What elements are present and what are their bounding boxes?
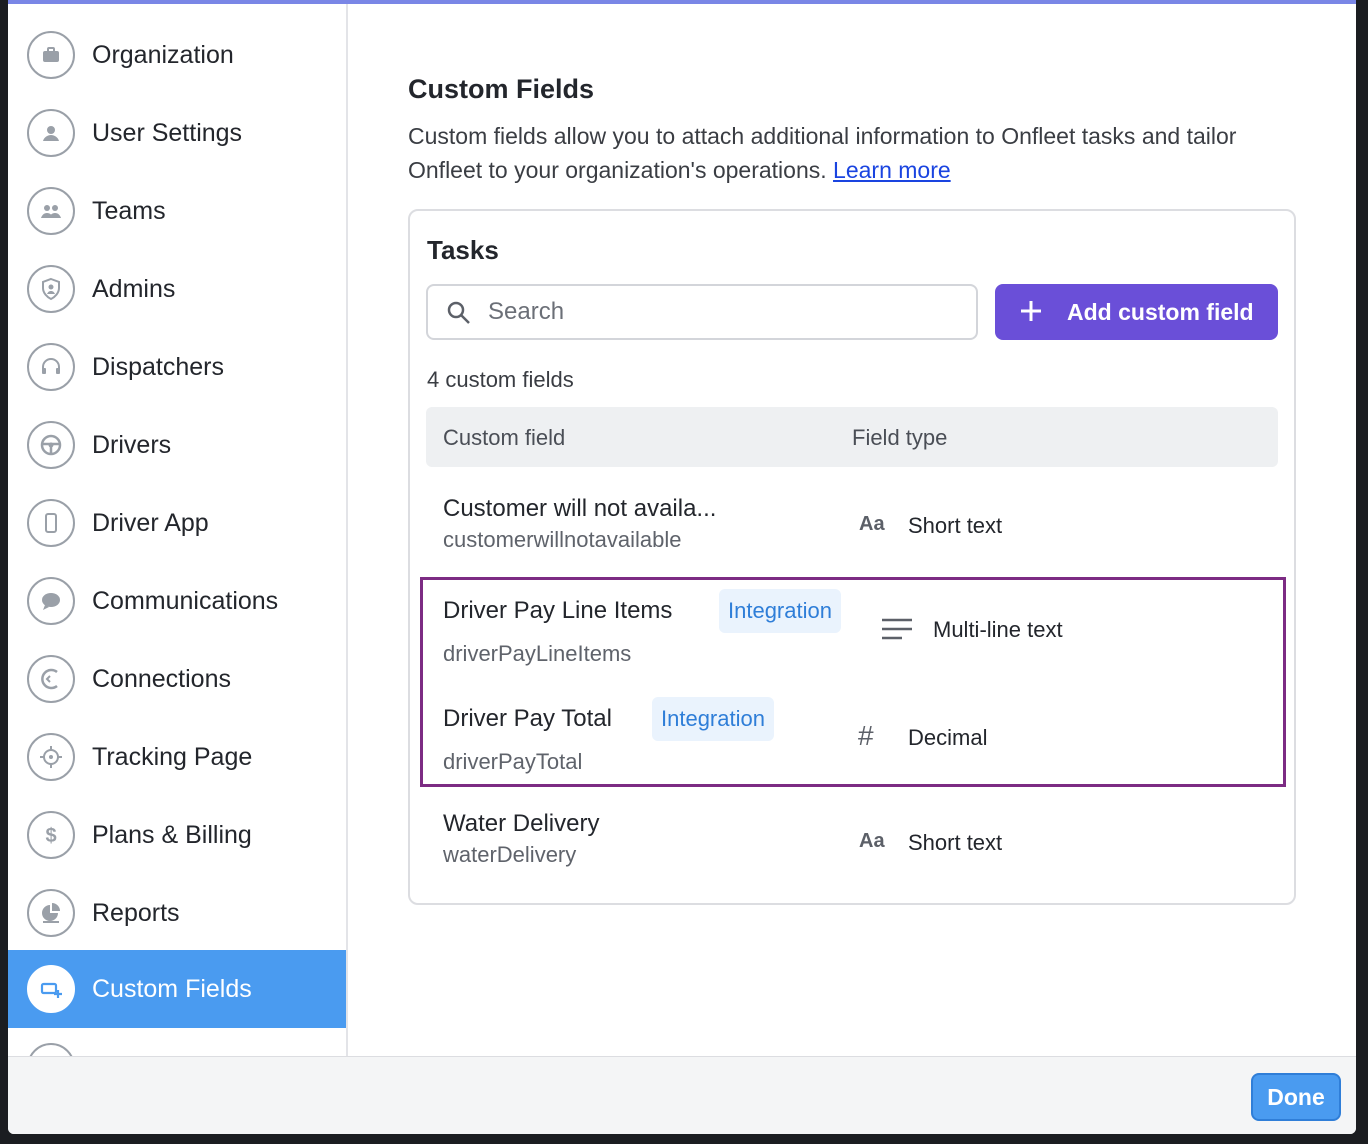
sidebar-item-partial[interactable] [8, 1028, 346, 1056]
team-icon [27, 187, 75, 235]
settings-sidebar: Organization User Settings Teams Admins … [8, 4, 348, 1056]
tasks-card: Tasks Add custom field 4 custom fields C… [408, 209, 1296, 905]
page-description: Custom fields allow you to attach additi… [408, 119, 1308, 187]
user-icon [27, 109, 75, 157]
short-text-icon: Aa [859, 513, 885, 535]
table-row[interactable]: Driver Pay Line Items Integration driver… [426, 583, 1278, 683]
sidebar-item-reports[interactable]: Reports [8, 874, 346, 952]
sidebar-item-organization[interactable]: Organization [8, 16, 346, 94]
field-name: Water Delivery [443, 810, 600, 837]
field-type: Multi-line text [933, 617, 1063, 642]
field-count: 4 custom fields [427, 367, 574, 392]
connections-icon [27, 655, 75, 703]
sidebar-item-label: Custom Fields [92, 974, 252, 1003]
sidebar-item-teams[interactable]: Teams [8, 172, 346, 250]
sidebar-item-drivers[interactable]: Drivers [8, 406, 346, 484]
field-type: Short text [908, 513, 1003, 538]
table-header: Custom field Field type [426, 407, 1278, 467]
field-key: driverPayTotal [443, 749, 583, 774]
field-type: Decimal [908, 725, 988, 750]
chat-bubble-icon [27, 577, 75, 625]
pie-chart-icon [27, 889, 75, 937]
search-box[interactable] [426, 284, 978, 340]
learn-more-link[interactable]: Learn more [833, 157, 951, 183]
sidebar-item-dispatchers[interactable]: Dispatchers [8, 328, 346, 406]
headset-icon [27, 343, 75, 391]
dollar-icon: $ [27, 811, 75, 859]
search-input[interactable] [488, 294, 958, 330]
sidebar-item-label: Connections [92, 664, 231, 693]
sidebar-item-tracking-page[interactable]: Tracking Page [8, 718, 346, 796]
custom-field-icon [27, 965, 75, 1013]
short-text-icon: Aa [859, 830, 885, 852]
steering-wheel-icon [27, 421, 75, 469]
sidebar-item-label: Reports [92, 898, 180, 927]
table-row[interactable]: Driver Pay Total Integration driverPayTo… [426, 691, 1278, 791]
integration-badge: Integration [719, 589, 841, 633]
field-type: Short text [908, 830, 1003, 855]
hash-icon: # [858, 720, 874, 751]
sidebar-item-driver-app[interactable]: Driver App [8, 484, 346, 562]
plus-icon [1021, 301, 1041, 321]
field-name: Driver Pay Line Items [443, 597, 673, 624]
sidebar-item-label: Communications [92, 586, 279, 615]
sidebar-item-label: Dispatchers [92, 352, 224, 381]
card-title: Tasks [427, 235, 499, 265]
sidebar-item-label: Drivers [92, 430, 172, 459]
search-icon [447, 301, 470, 324]
briefcase-icon [27, 31, 75, 79]
column-header-field-type: Field type [852, 425, 948, 450]
page-title: Custom Fields [408, 74, 595, 104]
field-key: waterDelivery [443, 842, 577, 867]
modal-footer: Done [8, 1056, 1356, 1134]
sidebar-item-custom-fields[interactable]: Custom Fields [8, 950, 346, 1028]
sidebar-item-label: Tracking Page [92, 742, 253, 771]
crosshair-icon [27, 733, 75, 781]
add-button-label: Add custom field [1067, 299, 1254, 325]
sidebar-item-label: Plans & Billing [92, 820, 252, 849]
settings-modal: Organization User Settings Teams Admins … [8, 0, 1356, 1134]
sidebar-item-plans-billing[interactable]: $ Plans & Billing [8, 796, 346, 874]
description-text: Custom fields allow you to attach additi… [408, 123, 1237, 183]
field-key: driverPayLineItems [443, 641, 632, 666]
more-icon [27, 1043, 75, 1056]
main-panel: Custom Fields Custom fields allow you to… [350, 4, 1356, 1056]
field-key: customerwillnotavailable [443, 527, 682, 552]
multiline-text-icon [882, 618, 912, 640]
done-button[interactable]: Done [1251, 1073, 1341, 1121]
table-row[interactable]: Customer will not availa... customerwill… [426, 481, 1278, 565]
table-row[interactable]: Water Delivery waterDelivery Aa Short te… [426, 796, 1278, 880]
sidebar-item-admins[interactable]: Admins [8, 250, 346, 328]
svg-text:$: $ [45, 825, 56, 847]
field-name: Driver Pay Total [443, 705, 612, 732]
sidebar-item-connections[interactable]: Connections [8, 640, 346, 718]
sidebar-item-label: Admins [92, 274, 176, 303]
field-name: Customer will not availa... [443, 495, 717, 522]
sidebar-item-label: Organization [92, 40, 234, 69]
sidebar-item-user-settings[interactable]: User Settings [8, 94, 346, 172]
sidebar-item-label: Driver App [92, 508, 209, 537]
sidebar-item-communications[interactable]: Communications [8, 562, 346, 640]
sidebar-item-label: User Settings [92, 118, 243, 147]
column-header-custom-field: Custom field [443, 425, 566, 450]
integration-badge: Integration [652, 697, 774, 741]
sidebar-item-label: Teams [92, 196, 166, 225]
add-custom-field-button[interactable]: Add custom field [995, 284, 1278, 340]
phone-icon [27, 499, 75, 547]
shield-icon [27, 265, 75, 313]
